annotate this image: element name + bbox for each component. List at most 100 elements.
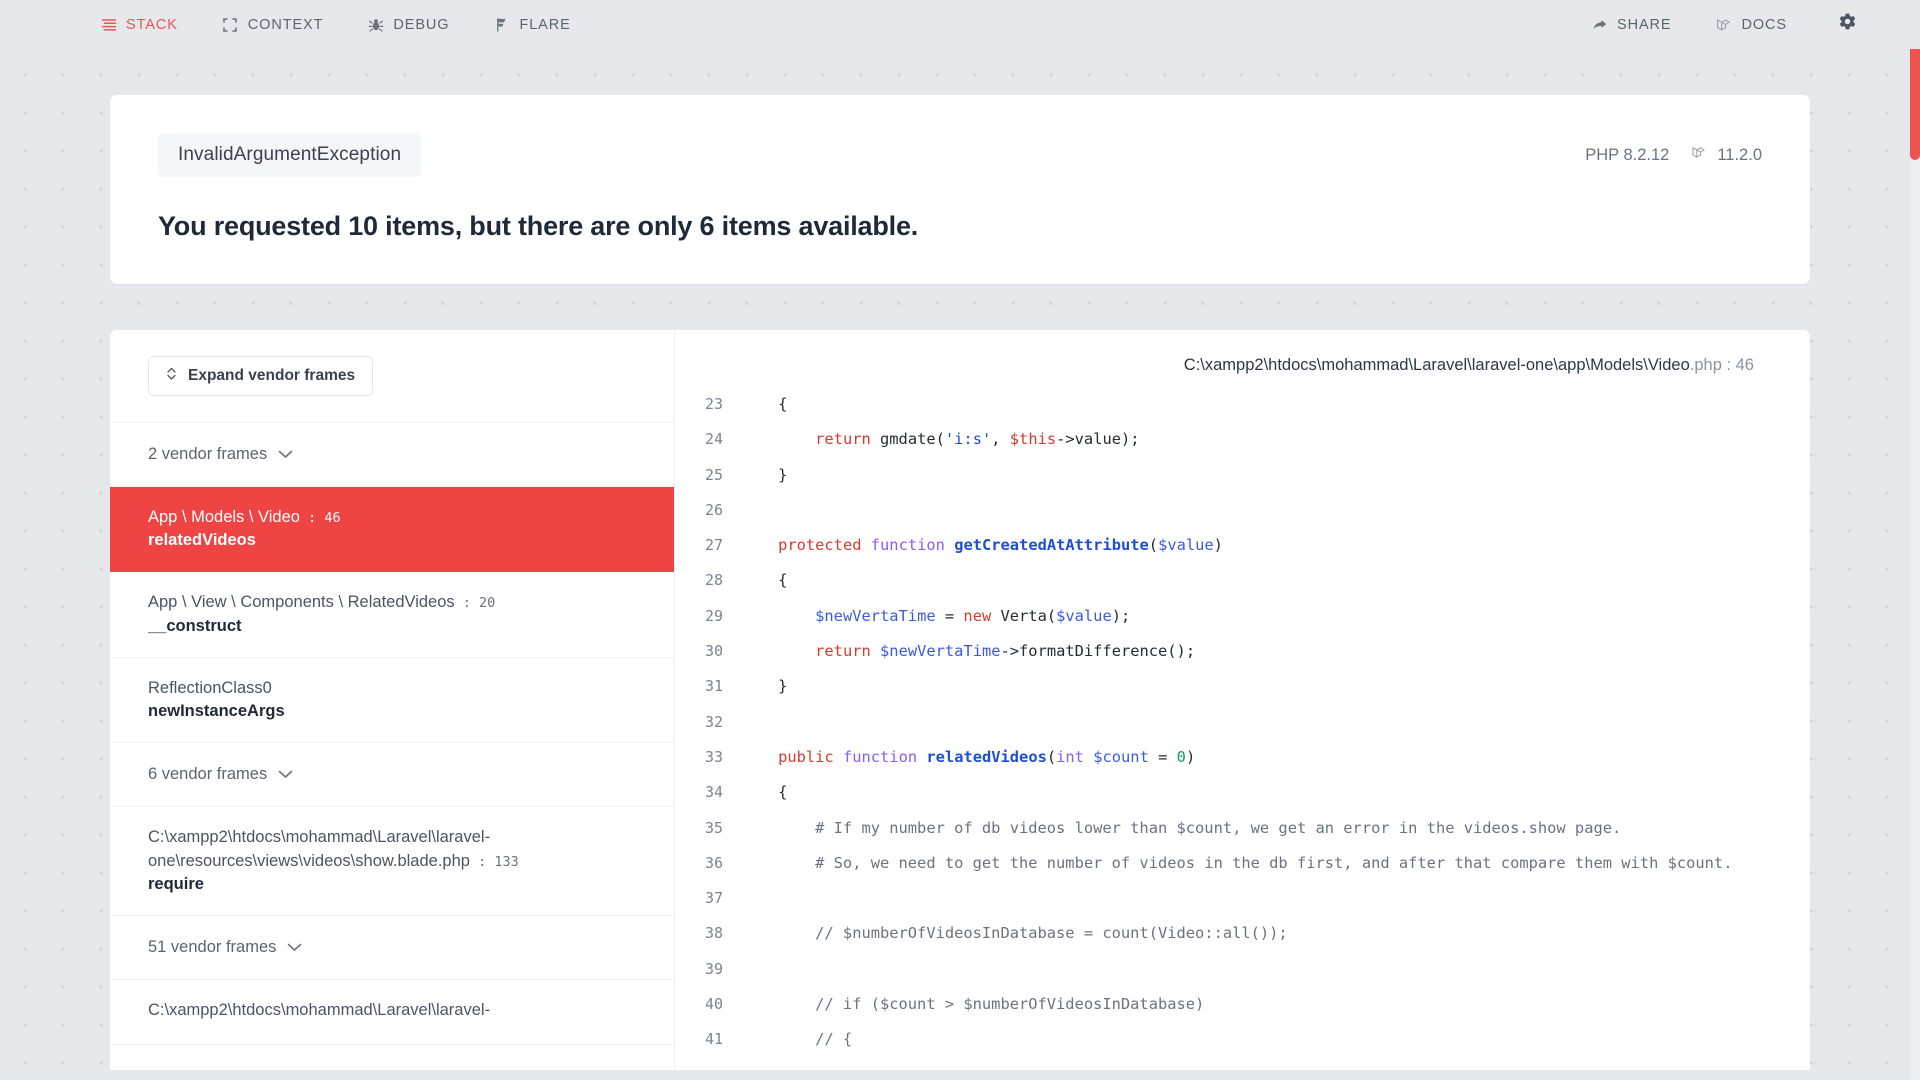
code-line-number: 26 <box>704 500 723 519</box>
code-line: 36 # So, we need to get the number of vi… <box>675 854 1810 889</box>
code-token: function <box>870 536 945 555</box>
code-line-number: 28 <box>704 571 723 590</box>
nav-tab-stack[interactable]: STACK <box>78 12 200 37</box>
nav-tab-context[interactable]: CONTEXT <box>200 12 346 37</box>
code-line: 41 // { <box>675 1030 1810 1065</box>
code-token: $count <box>1093 747 1149 766</box>
vendor-frames-toggle[interactable]: 2 vendor frames <box>110 423 674 487</box>
exception-message: You requested 10 items, but there are on… <box>158 211 919 241</box>
stack-frame-row[interactable]: ReflectionClass0 newInstanceArgs <box>110 658 674 744</box>
code-line-source: # If my number of db videos lower than $… <box>741 819 1621 837</box>
nav-tab-debug[interactable]: DEBUG <box>345 12 471 37</box>
stack-frame-row[interactable]: C:\xampp2\htdocs\mohammad\Laravel\larave… <box>110 807 674 917</box>
nav-tab-flare[interactable]: FLARE <box>471 12 592 37</box>
code-token: ); <box>1111 606 1131 625</box>
stack-frame-row[interactable]: App \ Models \ Video : 46 relatedVideos <box>110 487 674 573</box>
code-token: relatedVideos <box>926 747 1047 766</box>
stack-frames-list: Expand vendor frames 2 vendor frames App … <box>110 330 675 1070</box>
code-lines[interactable]: 23 {24 return gmdate('i:s', $this->value… <box>675 395 1810 1070</box>
code-line-number: 37 <box>704 889 723 908</box>
code-line-number: 27 <box>704 536 723 555</box>
code-token: ->value); <box>1056 430 1140 449</box>
vendor-frames-label: 6 vendor frames <box>148 765 268 784</box>
chevron-down-icon <box>278 445 293 464</box>
stack-frame-method: newInstanceArgs <box>148 702 285 721</box>
bug-icon <box>367 16 384 33</box>
exception-versions: PHP 8.2.12 11.2.0 <box>1585 145 1762 165</box>
code-line: 38 // $numberOfVideosInDatabase = count(… <box>675 924 1810 959</box>
docs-button[interactable]: DOCS <box>1694 12 1810 37</box>
expand-vendor-frames-button[interactable]: Expand vendor frames <box>148 356 374 396</box>
page-scrollbar-track[interactable] <box>1910 0 1920 1080</box>
stack-trace-panel: Expand vendor frames 2 vendor frames App … <box>110 330 1810 1070</box>
code-line-source: // { <box>741 1030 852 1048</box>
code-line-number: 24 <box>704 430 723 449</box>
code-line: 35 # If my number of db videos lower tha… <box>675 819 1810 854</box>
stack-frame-line-number: : 20 <box>454 595 496 612</box>
code-token: ) <box>1213 536 1223 555</box>
code-token: $newVertaTime <box>880 642 1001 661</box>
share-label: SHARE <box>1617 16 1672 33</box>
settings-button[interactable] <box>1823 8 1872 42</box>
code-line: 26 <box>675 501 1810 536</box>
code-line-number: 23 <box>704 395 723 413</box>
code-token: ->formatDifference(); <box>1000 642 1196 661</box>
code-line: 39 <box>675 960 1810 995</box>
laravel-icon <box>1716 16 1733 33</box>
code-token: getCreatedAtAttribute <box>954 536 1149 555</box>
stack-frame-method: require <box>148 875 204 894</box>
code-token: int <box>1056 747 1084 766</box>
code-viewer: C:\xampp2\htdocs\mohammad\Laravel\larave… <box>675 330 1810 1070</box>
code-line-source: // if ($count > $numberOfVideosInDatabas… <box>741 995 1204 1013</box>
exception-type-badge: InvalidArgumentException <box>158 133 422 177</box>
lines-icon <box>100 16 117 33</box>
code-token: // if ($count > $numberOfVideosInDatabas… <box>741 995 1205 1014</box>
code-token: new <box>963 606 992 625</box>
code-line-number: 29 <box>704 606 723 625</box>
updown-chevron-icon <box>166 366 177 386</box>
share-button[interactable]: SHARE <box>1569 12 1693 37</box>
code-token: , <box>991 430 1010 449</box>
laravel-version: 11.2.0 <box>1717 145 1762 164</box>
code-line-number: 30 <box>704 642 723 661</box>
code-token: = <box>935 606 964 625</box>
code-line: 31 } <box>675 677 1810 712</box>
code-token: { <box>741 395 788 413</box>
code-line: 32 <box>675 713 1810 748</box>
exception-card-header: InvalidArgumentException PHP 8.2.12 11.2… <box>158 133 1762 177</box>
stack-frames-header: Expand vendor frames <box>110 330 674 423</box>
vendor-frames-toggle[interactable]: 51 vendor frames <box>110 916 674 981</box>
exception-card: InvalidArgumentException PHP 8.2.12 11.2… <box>110 95 1810 284</box>
code-token: Verta( <box>991 606 1057 625</box>
nav-left-group: STACK CONTEXT DEBUG FLARE <box>78 12 593 37</box>
code-line: 24 return gmdate('i:s', $this->value); <box>675 430 1810 465</box>
code-line: 28 { <box>675 571 1810 606</box>
vendor-frames-toggle[interactable]: 6 vendor frames <box>110 743 674 808</box>
code-token: ) <box>1185 747 1196 766</box>
stack-frame-method: relatedVideos <box>148 531 256 550</box>
stack-frame-row[interactable]: C:\xampp2\htdocs\mohammad\Laravel\larave… <box>110 980 674 1045</box>
flare-icon <box>493 16 510 33</box>
stack-frame-row[interactable]: App \ View \ Components \ RelatedVideos … <box>110 572 674 658</box>
page-content: InvalidArgumentException PHP 8.2.12 11.2… <box>0 95 1920 1070</box>
code-line: 25 } <box>675 466 1810 501</box>
stack-frame-line-number: : 133 <box>469 853 519 870</box>
code-token: # If my number of db videos lower than $… <box>741 818 1622 837</box>
expand-vendor-frames-label: Expand vendor frames <box>188 367 356 384</box>
code-line: 29 $newVertaTime = new Verta($value); <box>675 607 1810 642</box>
code-line-number: 33 <box>704 747 723 766</box>
code-line-number: 40 <box>704 995 723 1014</box>
code-token: // $numberOfVideosInDatabase = count(Vid… <box>741 924 1288 943</box>
code-line-number: 41 <box>704 1030 723 1049</box>
nav-right-group: SHARE DOCS <box>1569 8 1872 42</box>
stack-frame-method: __construct <box>148 616 242 635</box>
code-line-source: } <box>741 466 787 484</box>
code-line-source: { <box>741 783 787 801</box>
code-line: 34 { <box>675 783 1810 818</box>
